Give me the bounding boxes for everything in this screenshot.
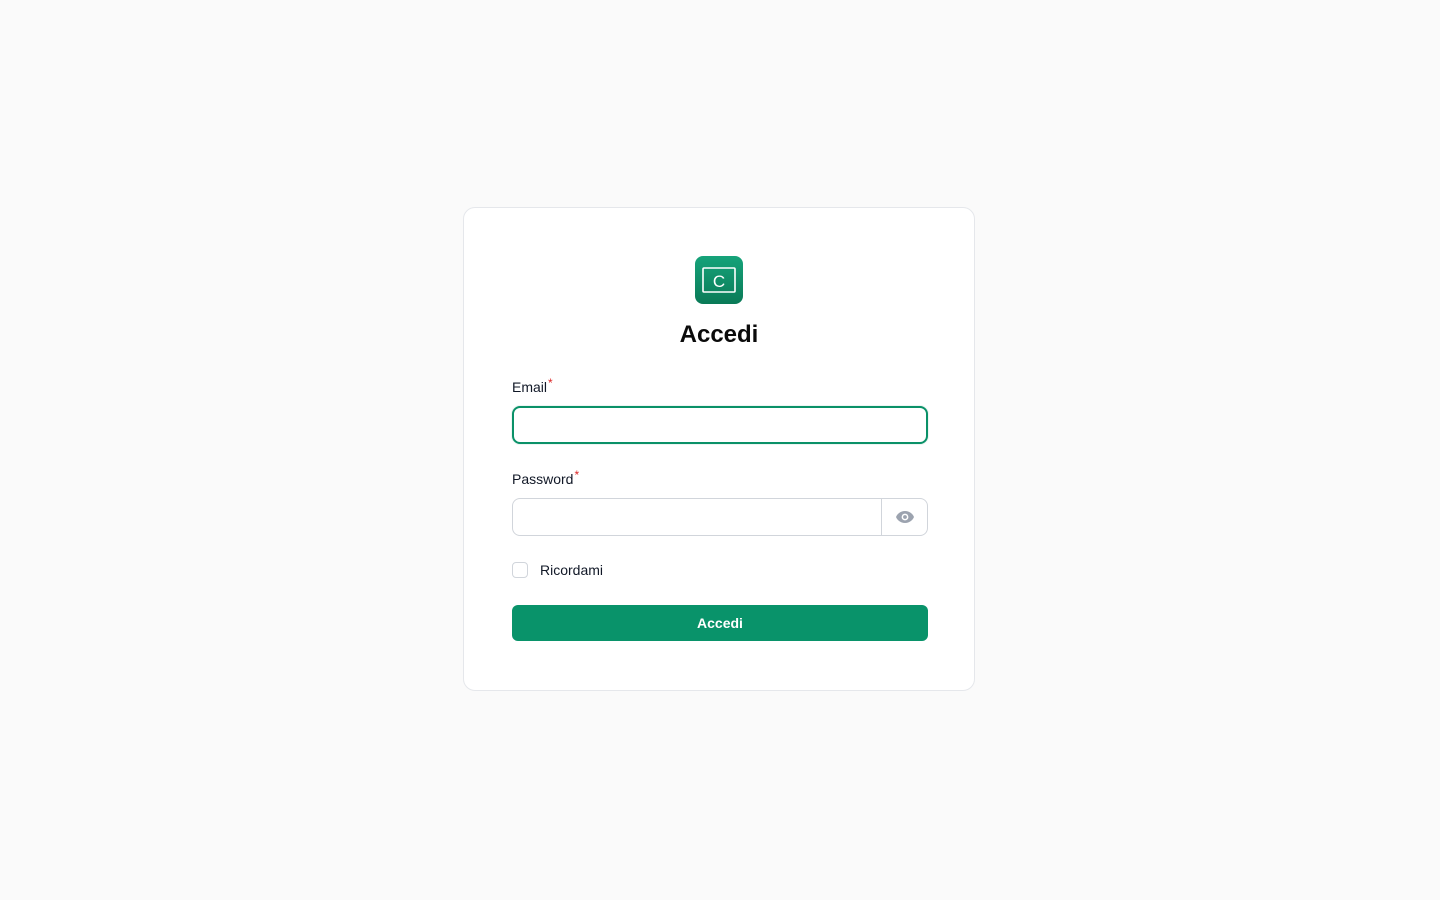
login-card: C Accedi Email* Password* Ricordami Acce… (463, 207, 975, 691)
app-logo: C (695, 256, 743, 304)
logo-wrap: C (512, 256, 926, 304)
password-label: Password* (512, 468, 926, 488)
password-field[interactable] (513, 499, 881, 535)
remember-me-label[interactable]: Ricordami (540, 562, 603, 578)
password-input-group (512, 498, 928, 536)
remember-me-row: Ricordami (512, 562, 926, 578)
email-field-group: Email* (512, 376, 928, 444)
remember-me-checkbox[interactable] (512, 562, 528, 578)
email-label-text: Email (512, 379, 548, 395)
show-password-button[interactable] (881, 499, 927, 535)
password-field-group: Password* (512, 468, 928, 536)
email-field[interactable] (512, 406, 928, 444)
login-button[interactable]: Accedi (512, 605, 928, 641)
required-mark: * (548, 376, 553, 390)
required-mark: * (574, 468, 580, 482)
page-title: Accedi (679, 321, 759, 348)
app-logo-icon: C (702, 267, 736, 293)
logo-letter: C (713, 272, 725, 291)
email-label: Email* (512, 376, 926, 396)
password-label-text: Password (512, 471, 574, 487)
eye-icon (895, 511, 914, 523)
